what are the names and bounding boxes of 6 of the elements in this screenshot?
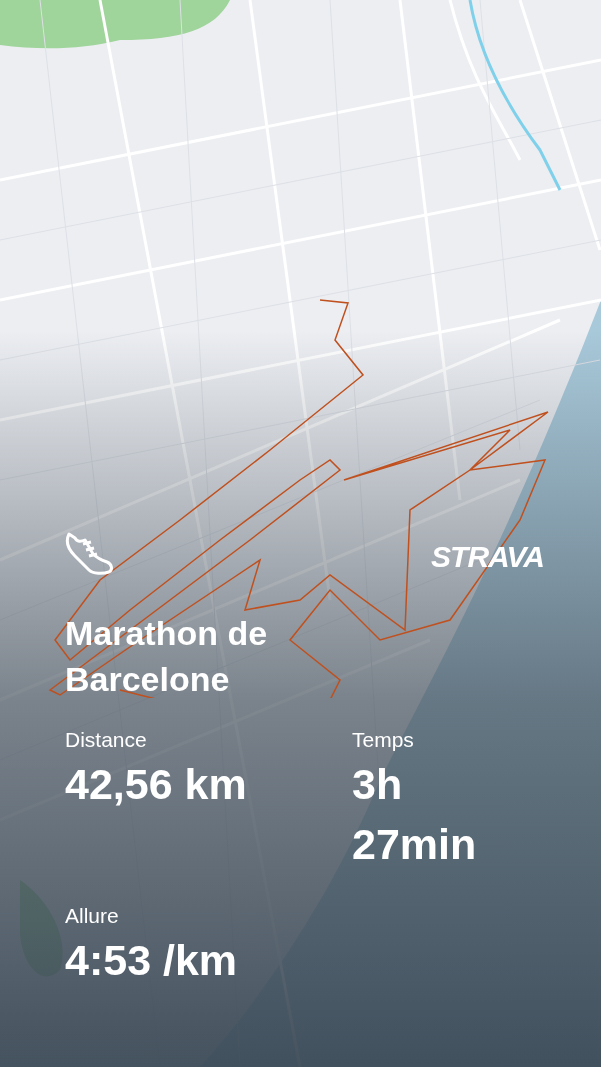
- stat-value: 4:53 /km: [65, 935, 239, 986]
- stat-label: Distance: [65, 727, 148, 753]
- stat-value: 3h 27min: [352, 759, 478, 870]
- stat-value: 42,56 km: [65, 759, 248, 810]
- stat-label: Allure: [65, 903, 120, 929]
- stat-label: Temps: [352, 727, 415, 753]
